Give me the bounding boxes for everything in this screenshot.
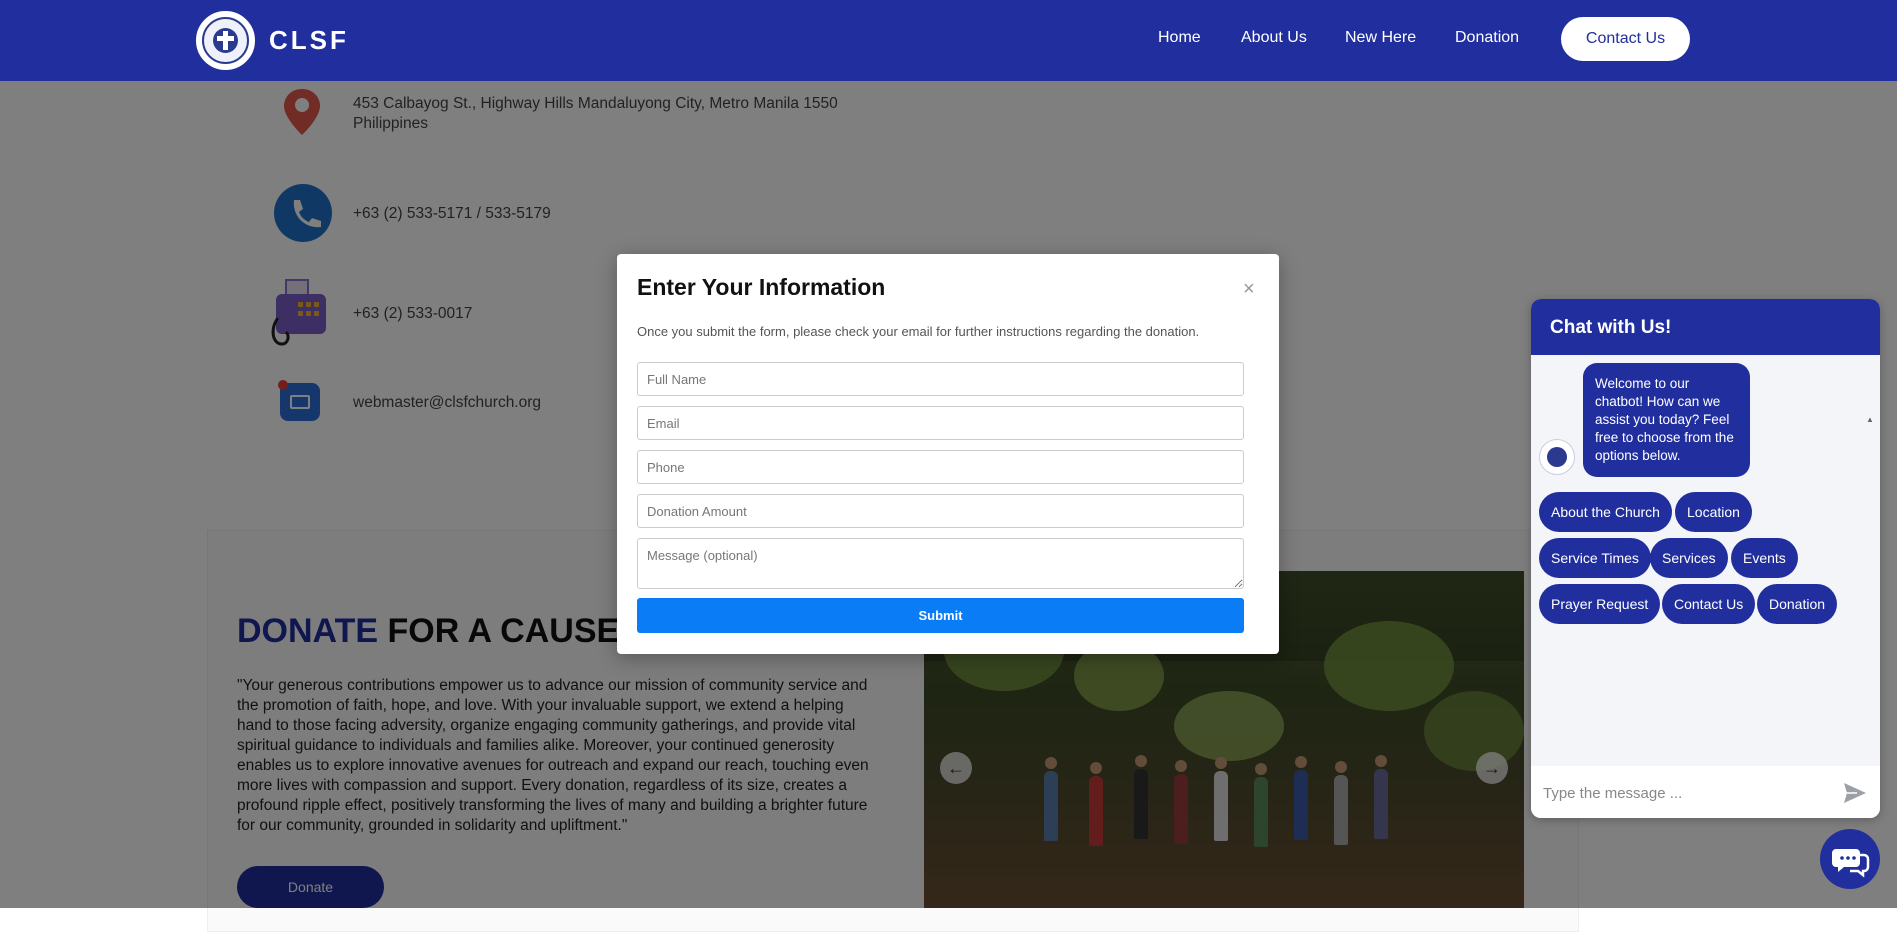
chat-bubbles-icon xyxy=(1832,849,1870,878)
chat-widget: Chat with Us! Welcome to our chatbot! Ho… xyxy=(1531,299,1880,818)
brand-name[interactable]: CLSF xyxy=(269,25,349,56)
chat-toggle-button[interactable] xyxy=(1820,829,1880,889)
email-field[interactable] xyxy=(637,406,1244,440)
chip-about-the-church[interactable]: About the Church xyxy=(1539,492,1672,532)
nav-link-about-us[interactable]: About Us xyxy=(1241,29,1307,47)
modal-title: Enter Your Information xyxy=(637,274,886,300)
donation-amount-field[interactable] xyxy=(637,494,1244,528)
chip-donation[interactable]: Donation xyxy=(1757,584,1838,624)
donation-info-modal: Enter Your Information × Once you submit… xyxy=(617,254,1279,654)
chip-contact-us[interactable]: Contact Us xyxy=(1662,584,1756,624)
modal-instructions: Once you submit the form, please check y… xyxy=(637,324,1200,339)
submit-button[interactable]: Submit xyxy=(637,598,1244,633)
nav-link-home[interactable]: Home xyxy=(1158,29,1201,47)
contact-us-button[interactable]: Contact Us xyxy=(1561,17,1690,61)
chat-messages[interactable]: Welcome to our chatbot! How can we assis… xyxy=(1531,355,1880,814)
chat-header: Chat with Us! xyxy=(1531,299,1880,355)
chip-location[interactable]: Location xyxy=(1675,492,1752,532)
bot-welcome-message: Welcome to our chatbot! How can we assis… xyxy=(1583,363,1750,477)
message-field[interactable] xyxy=(637,538,1244,589)
chat-title: Chat with Us! xyxy=(1550,317,1672,338)
scroll-up-arrow-icon[interactable]: ▲ xyxy=(1866,415,1874,424)
chip-events[interactable]: Events xyxy=(1731,538,1798,578)
top-nav: CLSF Home About Us New Here Donation Con… xyxy=(0,0,1897,81)
send-icon[interactable] xyxy=(1843,782,1867,804)
close-icon[interactable]: × xyxy=(1243,278,1255,301)
nav-link-donation[interactable]: Donation xyxy=(1455,29,1519,47)
chip-prayer-request[interactable]: Prayer Request xyxy=(1539,584,1661,624)
church-seal-logo[interactable] xyxy=(196,11,255,70)
nav-link-new-here[interactable]: New Here xyxy=(1345,29,1416,47)
chip-services[interactable]: Services xyxy=(1650,538,1728,578)
bot-avatar xyxy=(1539,439,1575,475)
chip-service-times[interactable]: Service Times xyxy=(1539,538,1651,578)
chat-input-bar xyxy=(1531,766,1880,818)
full-name-field[interactable] xyxy=(637,362,1244,396)
chat-message-input[interactable] xyxy=(1541,776,1835,810)
phone-field[interactable] xyxy=(637,450,1244,484)
